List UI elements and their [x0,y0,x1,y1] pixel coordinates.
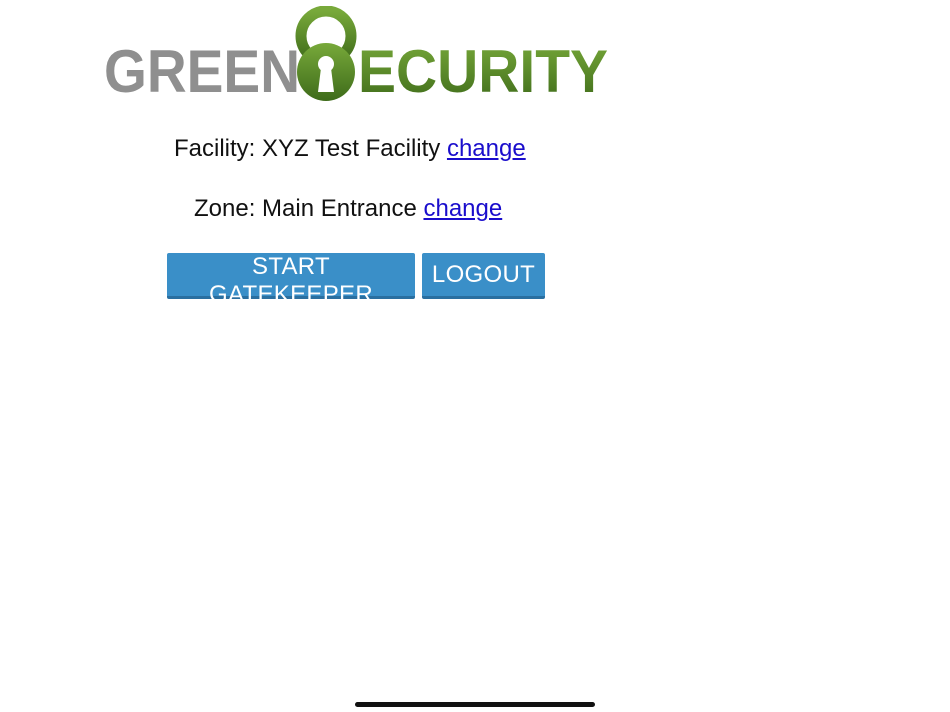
logo-word-ecurity: ECURITY [358,38,608,102]
app-screen: GREEN ECURITY Facility: XYZ Test Facilit… [0,0,950,712]
home-indicator[interactable] [355,702,595,707]
logout-button[interactable]: LOGOUT [422,253,545,299]
facility-line: Facility: XYZ Test Facility change [174,135,526,163]
logo-word-green: GREEN [104,38,300,102]
lock-s-icon [295,6,357,101]
facility-change-link[interactable]: change [447,135,526,162]
zone-line: Zone: Main Entrance change [194,195,502,223]
zone-label: Zone: Main Entrance [194,195,417,222]
green-security-logo: GREEN ECURITY [104,6,609,102]
logo-graphic: GREEN ECURITY [104,6,608,102]
start-gatekeeper-button[interactable]: START GATEKEEPER [167,253,415,308]
facility-label: Facility: XYZ Test Facility [174,135,441,162]
zone-change-link[interactable]: change [423,195,502,222]
